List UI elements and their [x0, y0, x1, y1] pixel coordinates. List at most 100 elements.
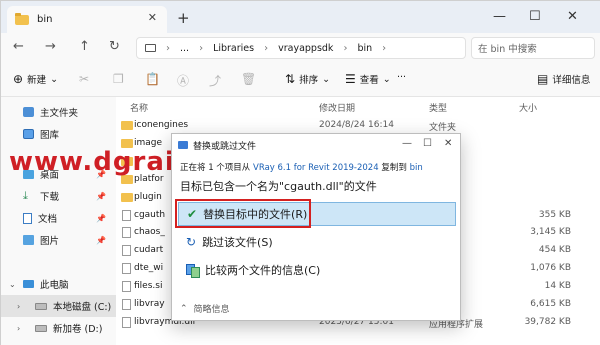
rename-icon[interactable]: Ⓐ	[177, 72, 189, 89]
new-button[interactable]: ⊕ 新建 ⌄	[13, 72, 58, 86]
navigation-bar: ← → ↑ ↻ › ... › Libraries › vrayappsdk ›…	[1, 33, 600, 63]
tab-bin[interactable]: bin ✕	[7, 6, 167, 33]
sidebar-item-pictures[interactable]: 图片 📌	[1, 229, 116, 251]
view-label: 查看	[359, 75, 379, 86]
sidebar-item-downloads[interactable]: ⤓ 下载 📌	[1, 185, 116, 207]
file-name: chaos_	[134, 227, 165, 238]
file-explorer-window: bin ✕ + — ☐ ✕ ← → ↑ ↻ › ... › Libraries …	[0, 0, 600, 345]
pin-icon[interactable]: 📌	[96, 192, 106, 201]
plus-icon: ⊕	[13, 72, 24, 86]
sidebar-item-label: 主文件夹	[40, 108, 79, 119]
file-type: 文件夹	[429, 123, 457, 133]
more-options-button[interactable]: ···	[397, 72, 406, 83]
folder-icon	[15, 12, 29, 25]
paste-icon[interactable]: 📋	[145, 72, 160, 86]
drive-icon	[35, 324, 47, 332]
column-header-date[interactable]: 修改日期	[319, 101, 355, 114]
address-bar[interactable]: › ... › Libraries › vrayappsdk › bin ›	[136, 37, 466, 59]
breadcrumb-libraries[interactable]: Libraries	[213, 43, 254, 54]
compare-files-option[interactable]: 比较两个文件的信息(C)	[178, 258, 456, 282]
sidebar-item-drive-c[interactable]: › 本地磁盘 (C:)	[1, 295, 116, 317]
fewer-details-label: 简略信息	[193, 305, 230, 315]
column-header-size[interactable]: 大小	[519, 101, 537, 114]
home-icon	[23, 107, 34, 117]
sort-icon: ⇅	[285, 72, 296, 86]
breadcrumb-more[interactable]: ...	[180, 43, 189, 54]
drive-icon	[35, 302, 47, 310]
close-window-button[interactable]: ✕	[567, 9, 578, 24]
dialog-title: 替换或跳过文件	[193, 141, 257, 152]
back-arrow-icon[interactable]: ←	[13, 39, 24, 54]
skip-arrow-icon: ↻	[186, 235, 197, 249]
chevron-right-icon: ›	[166, 42, 170, 54]
view-button[interactable]: ☰ 查看 ⌄	[345, 72, 391, 86]
minimize-button[interactable]: —	[493, 9, 506, 24]
navigation-pane: 主文件夹 图库 桌面 📌 ⤓ 下载 📌 文档 📌 图片 📌 ⌄ 此电脑 › 本地…	[1, 97, 116, 345]
chevron-down-icon: ⌄	[50, 73, 59, 85]
file-size: 3,145 KB	[530, 227, 571, 238]
copy-dialog-icon	[178, 141, 188, 149]
column-header-name[interactable]: 名称	[130, 101, 148, 114]
pin-icon[interactable]: 📌	[96, 236, 106, 245]
source-folder-link[interactable]: VRay 6.1 for Revit 2019-2024	[253, 163, 379, 173]
forward-arrow-icon[interactable]: →	[45, 39, 56, 54]
sidebar-item-label: 图片	[40, 236, 60, 247]
dialog-close-button[interactable]: ✕	[444, 138, 452, 149]
chevron-right-icon: ›	[264, 42, 269, 54]
sidebar-item-drive-d[interactable]: › 新加卷 (D:)	[1, 317, 116, 339]
sidebar-item-this-pc[interactable]: ⌄ 此电脑	[1, 273, 116, 295]
up-arrow-icon[interactable]: ↑	[79, 39, 90, 54]
folder-icon	[121, 192, 133, 202]
dialog-maximize-button[interactable]: ☐	[423, 138, 432, 149]
chevron-up-icon: ⌃	[180, 303, 188, 314]
sidebar-item-documents[interactable]: 文档 📌	[1, 207, 116, 229]
chevron-down-icon[interactable]: ⌄	[9, 280, 16, 289]
copy-icon[interactable]: ❐	[113, 72, 124, 86]
view-icon: ☰	[345, 72, 356, 86]
computer-icon	[145, 44, 156, 52]
file-icon	[122, 299, 131, 310]
maximize-button[interactable]: ☐	[529, 9, 541, 24]
share-icon[interactable]: ⤴	[209, 72, 221, 89]
dialog-heading: 目标已包含一个名为"cgauth.dll"的文件	[180, 180, 377, 193]
new-tab-button[interactable]: +	[177, 9, 190, 27]
search-placeholder: 在 bin 中搜索	[478, 44, 537, 55]
dialog-minimize-button[interactable]: —	[402, 138, 412, 149]
file-icon	[122, 263, 131, 275]
computer-icon	[23, 280, 34, 288]
document-icon	[23, 212, 32, 224]
file-name: dte_wi	[134, 263, 164, 274]
cut-icon[interactable]: ✂	[79, 72, 89, 86]
details-button[interactable]: ▤ 详细信息	[537, 72, 590, 86]
skip-file-option[interactable]: ↻ 跳过该文件(S)	[178, 230, 456, 254]
file-size: 14 KB	[544, 281, 571, 292]
refresh-icon[interactable]: ↻	[109, 39, 120, 54]
file-icon	[122, 227, 131, 239]
tab-close-icon[interactable]: ✕	[148, 11, 157, 24]
highlight-box	[175, 199, 311, 228]
file-date: 2024/8/24 16:14	[319, 120, 394, 130]
file-name: files.si	[134, 281, 163, 292]
column-header-type[interactable]: 类型	[429, 101, 447, 114]
sidebar-item-gallery[interactable]: 图库	[1, 123, 116, 145]
chevron-right-icon[interactable]: ›	[17, 324, 20, 333]
copy-mid: 复制到	[381, 163, 407, 173]
details-pane-icon: ▤	[537, 72, 549, 86]
sort-button[interactable]: ⇅ 排序 ⌄	[285, 72, 330, 86]
breadcrumb-vrayappsdk[interactable]: vrayappsdk	[278, 43, 333, 54]
destination-folder-link[interactable]: bin	[410, 163, 423, 173]
chevron-right-icon: ›	[382, 42, 387, 54]
skip-file-label: 跳过该文件(S)	[202, 236, 273, 249]
chevron-right-icon[interactable]: ›	[17, 302, 20, 311]
file-icon	[122, 209, 131, 221]
delete-icon[interactable]: 🗑	[241, 72, 256, 86]
file-size: 6,615 KB	[530, 299, 571, 309]
chevron-down-icon: ⌄	[382, 73, 391, 85]
fewer-details-toggle[interactable]: ⌃ 简略信息	[180, 302, 230, 316]
sidebar-item-home[interactable]: 主文件夹	[1, 101, 116, 123]
search-input[interactable]: 在 bin 中搜索	[471, 37, 595, 59]
chevron-right-icon: ›	[343, 42, 348, 54]
chevron-right-icon: ›	[199, 42, 204, 54]
breadcrumb-bin[interactable]: bin	[357, 43, 372, 54]
pin-icon[interactable]: 📌	[96, 214, 106, 223]
